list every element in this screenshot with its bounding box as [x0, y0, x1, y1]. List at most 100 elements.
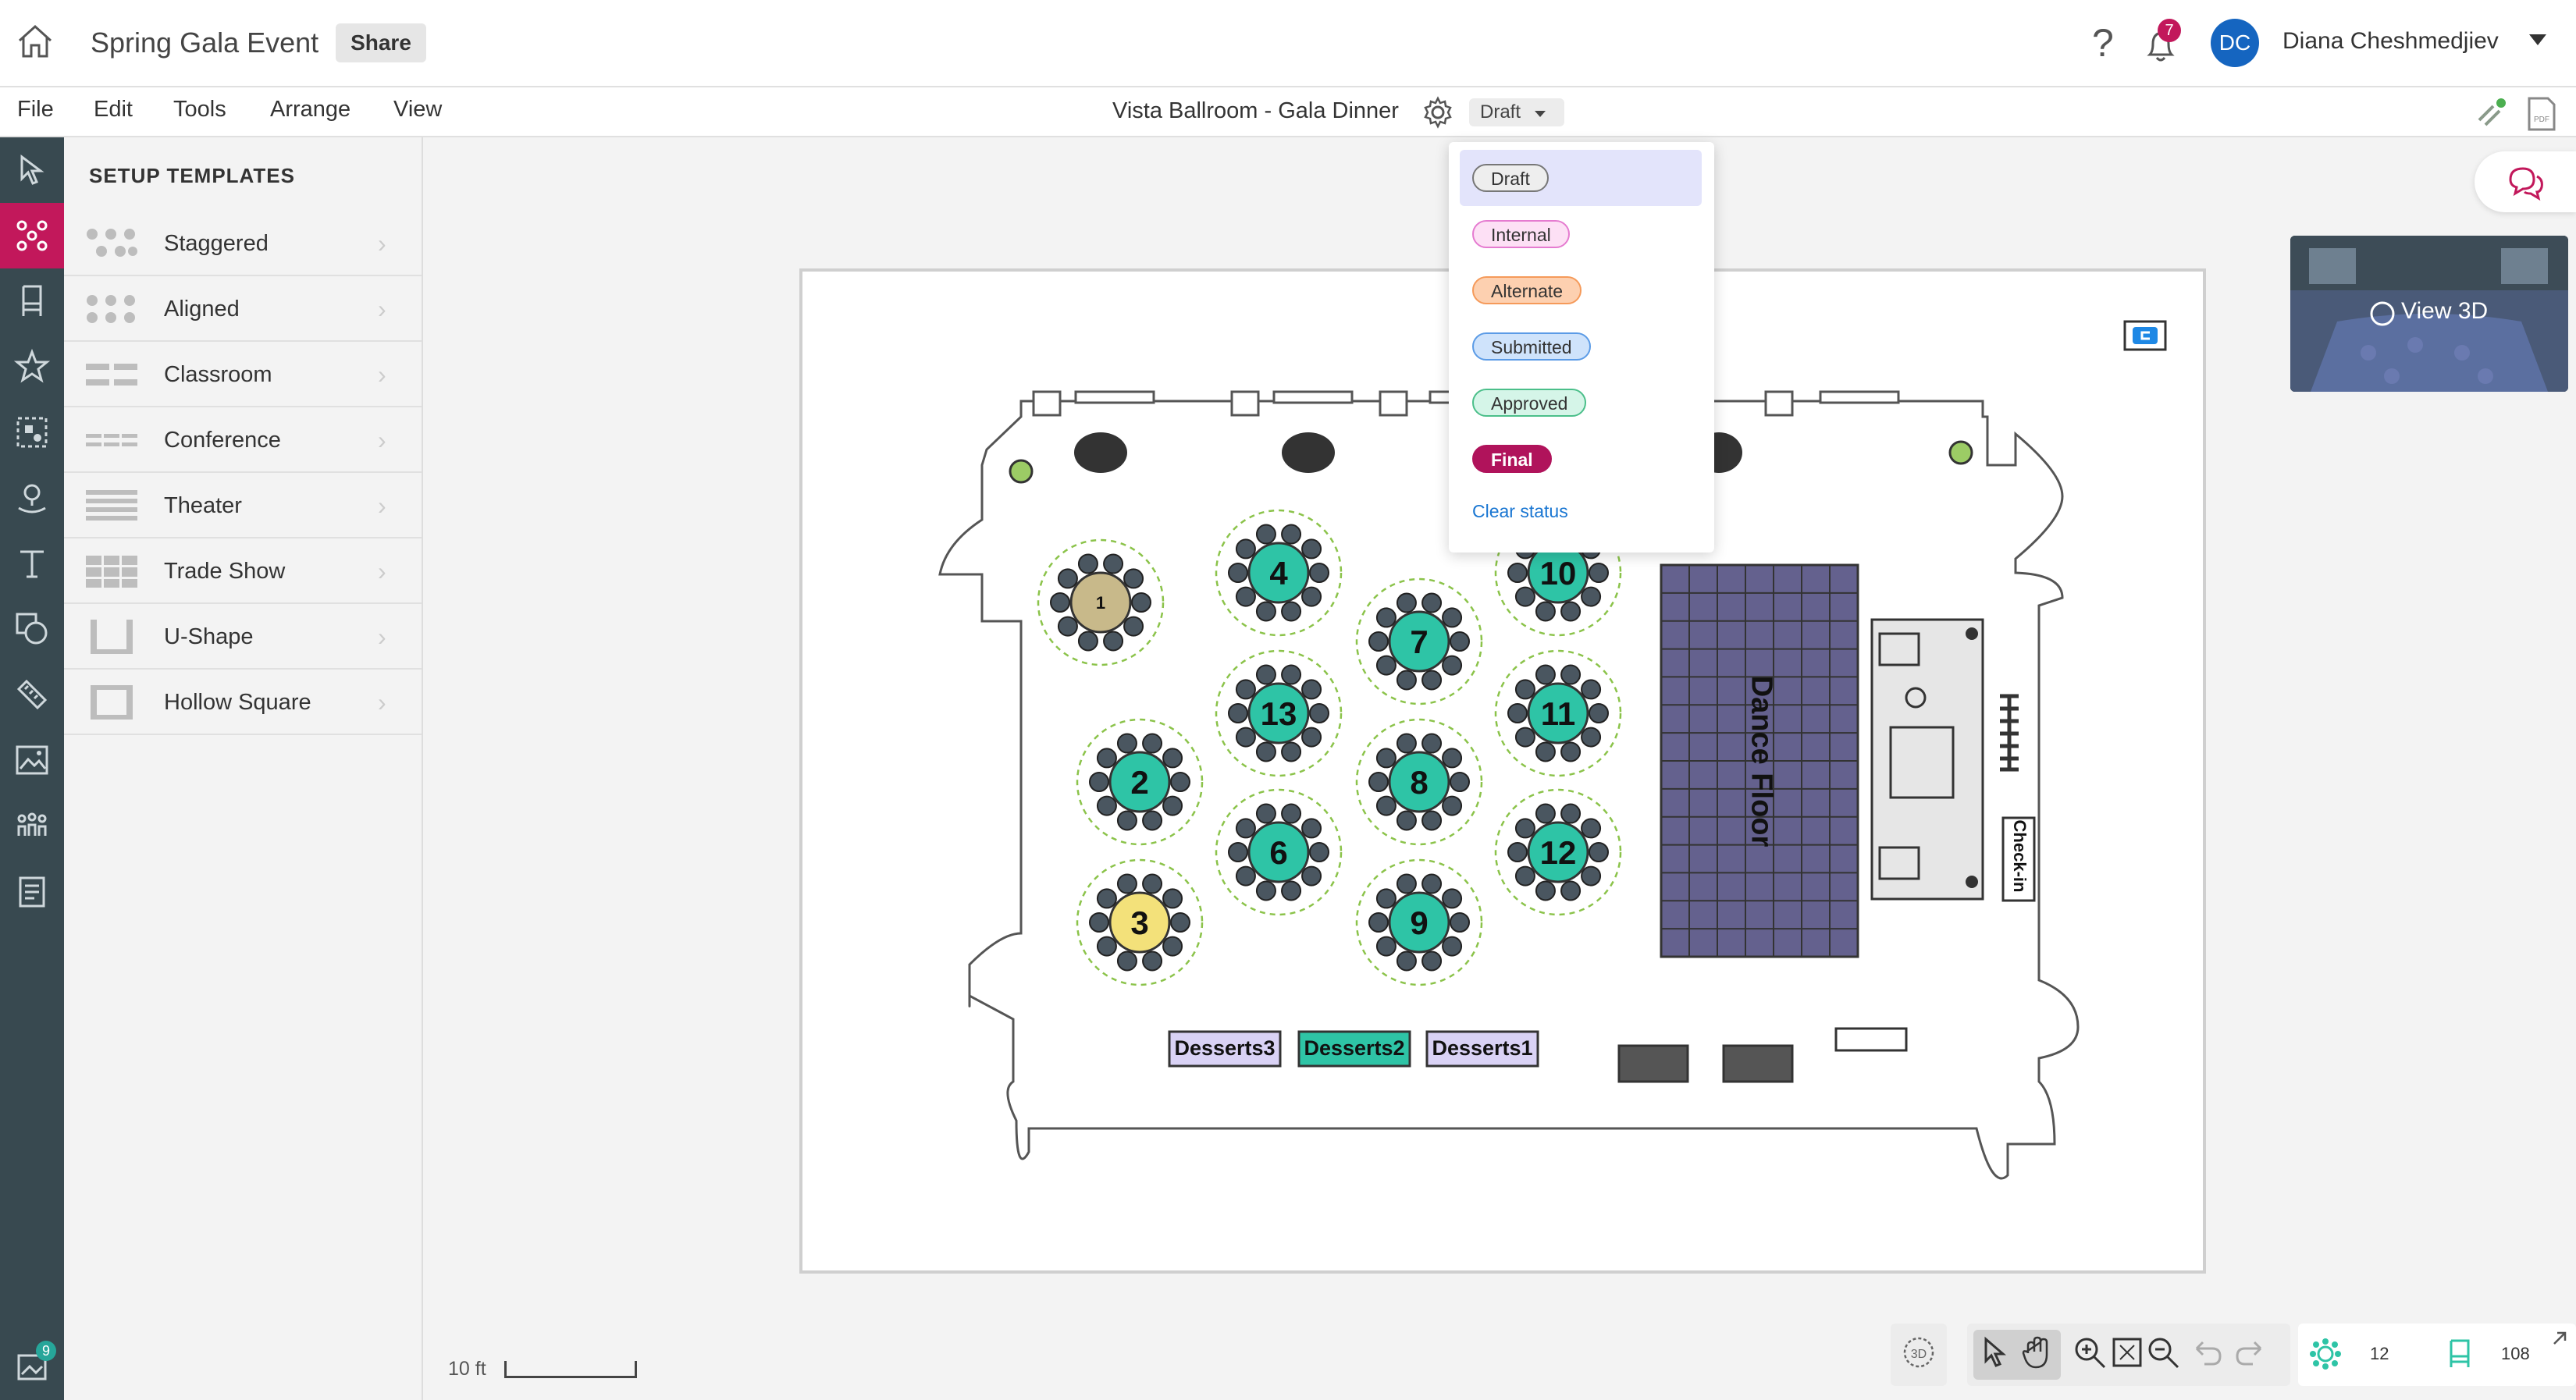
capture-icon[interactable]	[2123, 320, 2167, 351]
chair[interactable]	[1103, 631, 1124, 652]
chair[interactable]	[1581, 865, 1602, 887]
view-3d-thumbnail[interactable]: View 3D	[2290, 236, 2568, 392]
user-name[interactable]: Diana Cheshmedjiev	[2282, 28, 2499, 55]
status-dropdown[interactable]: Draft	[1469, 98, 1564, 126]
chair[interactable]	[1301, 586, 1322, 607]
chair[interactable]	[1255, 524, 1276, 545]
select-icon[interactable]	[0, 137, 64, 203]
link-icon[interactable]	[2478, 98, 2506, 126]
bar-counter[interactable]	[2000, 694, 2019, 772]
chair[interactable]	[1301, 679, 1322, 700]
chair[interactable]	[1375, 655, 1397, 676]
chair[interactable]	[1301, 818, 1322, 839]
template-u-shape[interactable]: U-Shape ›	[64, 604, 422, 670]
chair[interactable]	[1103, 553, 1124, 574]
chair[interactable]	[1368, 772, 1389, 792]
chair[interactable]	[1589, 842, 1609, 862]
expand-icon[interactable]	[2548, 1327, 2571, 1350]
chair[interactable]	[1123, 568, 1144, 589]
chair[interactable]	[1442, 607, 1463, 628]
chair[interactable]	[1442, 888, 1463, 909]
menu-edit[interactable]: Edit	[94, 97, 133, 123]
chair[interactable]	[1077, 553, 1098, 574]
chair[interactable]	[1514, 586, 1535, 607]
chair[interactable]	[1396, 810, 1417, 831]
menu-tools[interactable]: Tools	[173, 97, 226, 123]
chair[interactable]	[1170, 772, 1190, 792]
menu-view[interactable]: View	[393, 97, 442, 123]
chair[interactable]	[1096, 748, 1117, 769]
chair[interactable]	[1228, 703, 1248, 723]
status-chevron-down-icon[interactable]	[1535, 111, 1546, 117]
chair[interactable]	[1050, 592, 1070, 613]
chair[interactable]	[1281, 741, 1302, 762]
avatar[interactable]: DC	[2211, 19, 2259, 67]
chair[interactable]	[1235, 865, 1256, 887]
chair[interactable]	[1421, 873, 1443, 894]
chair[interactable]	[1301, 727, 1322, 748]
template-trade-show[interactable]: Trade Show ›	[64, 538, 422, 604]
text-icon[interactable]	[0, 531, 64, 596]
select-tool-icon[interactable]	[1976, 1334, 2012, 1370]
template-hollow-square[interactable]: Hollow Square ›	[64, 670, 422, 735]
chair[interactable]	[1170, 912, 1190, 933]
chair[interactable]	[1375, 888, 1397, 909]
chair[interactable]	[1255, 803, 1276, 824]
document-title[interactable]: Vista Ballroom - Gala Dinner	[1112, 98, 1399, 124]
chair[interactable]	[1514, 679, 1535, 700]
chair[interactable]	[1396, 873, 1417, 894]
chair[interactable]	[1142, 873, 1163, 894]
chair[interactable]	[1281, 601, 1302, 622]
user-menu-chevron-down-icon[interactable]	[2529, 34, 2546, 45]
chair[interactable]	[1514, 865, 1535, 887]
chair[interactable]	[1301, 865, 1322, 887]
share-button[interactable]: Share	[336, 23, 426, 62]
chair-icon[interactable]	[0, 268, 64, 334]
chair[interactable]	[1309, 703, 1329, 723]
template-conference[interactable]: Conference ›	[64, 407, 422, 473]
template-aligned[interactable]: Aligned ›	[64, 276, 422, 342]
chair[interactable]	[1116, 810, 1137, 831]
chair[interactable]	[1421, 951, 1443, 972]
chair[interactable]	[1581, 586, 1602, 607]
chair[interactable]	[1421, 670, 1443, 691]
chair[interactable]	[1162, 795, 1183, 816]
status-option-draft[interactable]: Draft	[1460, 150, 1702, 206]
status-option-submitted[interactable]: Submitted	[1460, 318, 1702, 375]
chair[interactable]	[1507, 842, 1528, 862]
chair[interactable]	[1396, 592, 1417, 613]
chair[interactable]	[1142, 951, 1163, 972]
chair[interactable]	[1235, 538, 1256, 560]
chair[interactable]	[1375, 748, 1397, 769]
chair[interactable]	[1535, 664, 1556, 685]
chair[interactable]	[1375, 607, 1397, 628]
chair[interactable]	[1116, 733, 1137, 754]
image-icon[interactable]	[0, 727, 64, 793]
chair[interactable]	[1514, 818, 1535, 839]
chair[interactable]	[1396, 733, 1417, 754]
chair[interactable]	[1535, 601, 1556, 622]
chair[interactable]	[1560, 741, 1582, 762]
chair[interactable]	[1581, 727, 1602, 748]
chair[interactable]	[1281, 880, 1302, 901]
gallery-icon[interactable]	[0, 1333, 64, 1398]
chair[interactable]	[1089, 772, 1109, 792]
chair[interactable]	[1421, 733, 1443, 754]
chair[interactable]	[1235, 586, 1256, 607]
stage[interactable]	[1870, 618, 1984, 901]
chair[interactable]	[1281, 524, 1302, 545]
chair[interactable]	[1560, 880, 1582, 901]
chair[interactable]	[1560, 803, 1582, 824]
ruler-icon[interactable]	[0, 662, 64, 727]
comments-button[interactable]	[2475, 151, 2576, 212]
chair[interactable]	[1057, 616, 1078, 637]
chair[interactable]	[1442, 936, 1463, 957]
chair[interactable]	[1077, 631, 1098, 652]
chair[interactable]	[1096, 888, 1117, 909]
chair[interactable]	[1255, 741, 1276, 762]
chair[interactable]	[1255, 880, 1276, 901]
status-option-final[interactable]: Final	[1460, 431, 1702, 487]
group-icon[interactable]	[0, 400, 64, 465]
chair[interactable]	[1581, 818, 1602, 839]
chair[interactable]	[1281, 803, 1302, 824]
